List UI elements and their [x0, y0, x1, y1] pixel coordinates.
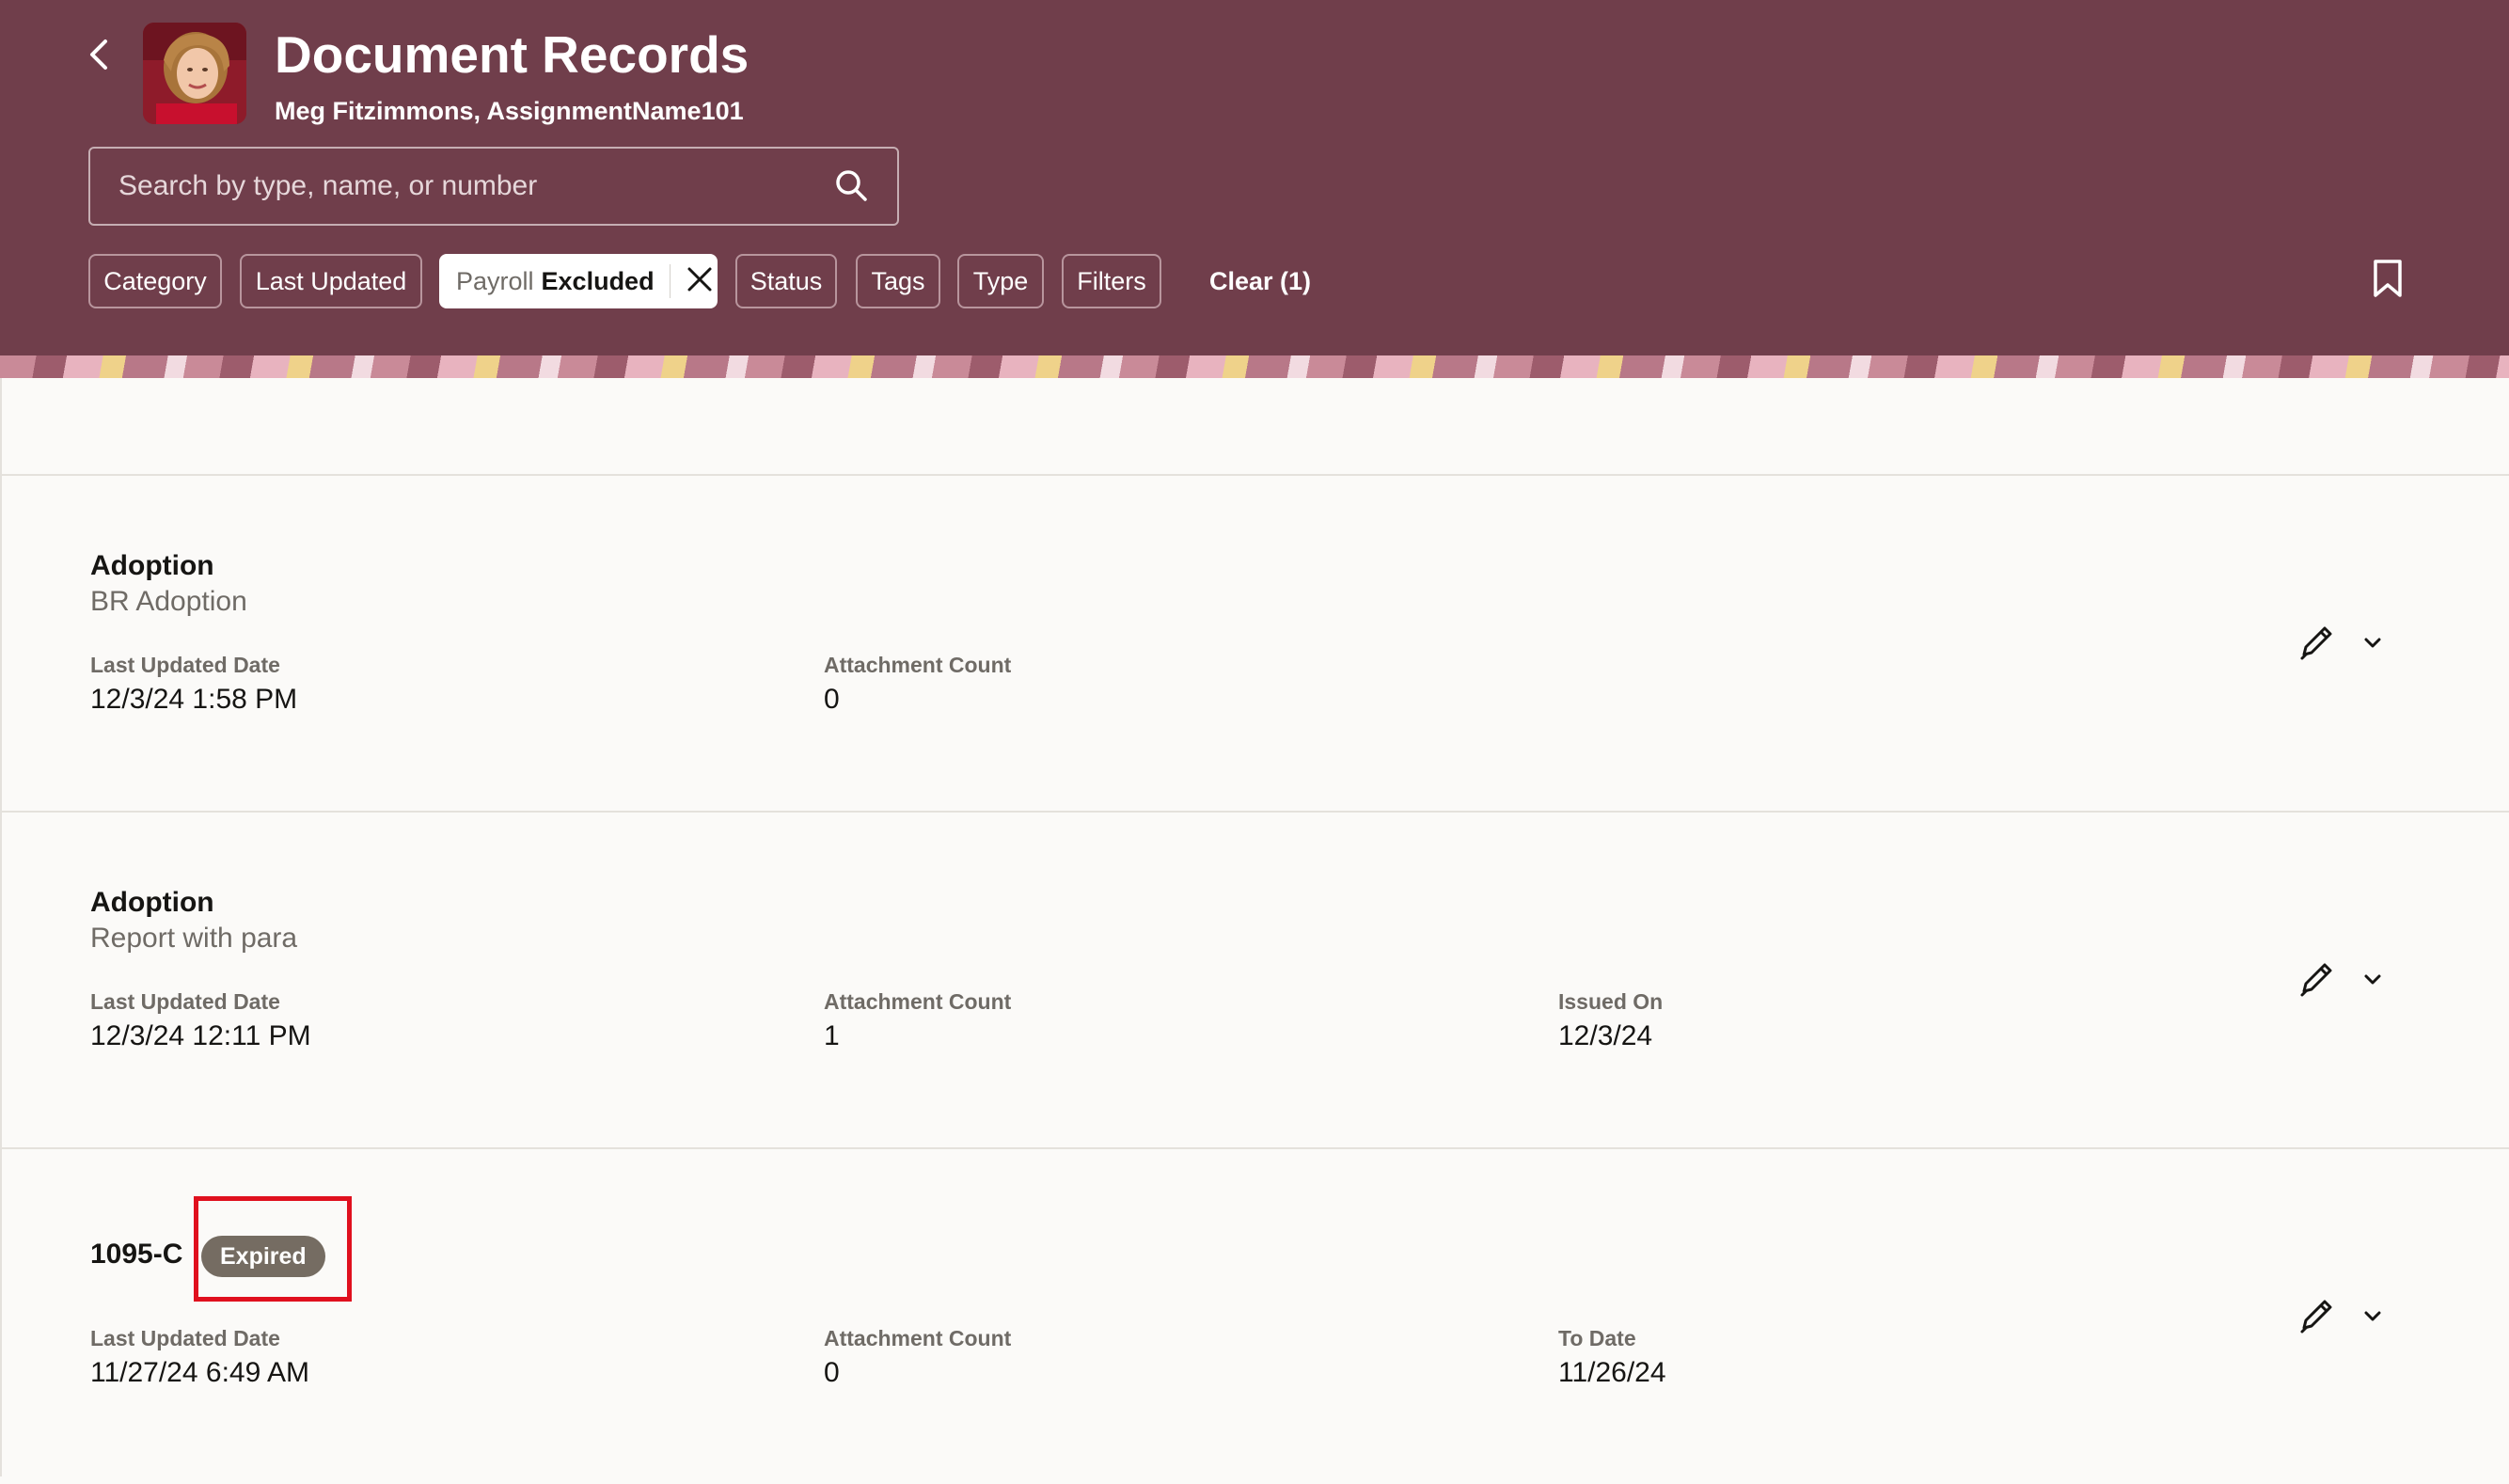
filter-chip-category[interactable]: Category	[88, 254, 222, 308]
filter-chip-filters[interactable]: Filters	[1062, 254, 1161, 308]
records-list: Adoption BR Adoption Last Updated Date 1…	[0, 378, 2509, 1476]
close-icon	[686, 266, 713, 297]
filter-chip-payroll[interactable]: Payroll Excluded	[439, 254, 718, 308]
pencil-icon	[2296, 623, 2336, 667]
search-input[interactable]	[92, 150, 807, 222]
expand-button[interactable]	[2359, 630, 2387, 658]
field-value: 0	[824, 1357, 840, 1388]
field-label: Issued On	[1558, 989, 1664, 1014]
page-subtitle: Meg Fitzimmons, AssignmentName101	[275, 97, 744, 125]
bookmark-icon	[2372, 259, 2404, 303]
chevron-down-icon	[2363, 972, 2382, 990]
record-title: Adoption	[90, 887, 214, 918]
edit-button[interactable]	[2293, 957, 2340, 1004]
record-subtitle: Report with para	[90, 923, 298, 954]
filter-chip-key: Payroll	[456, 266, 534, 295]
field-label: Attachment Count	[824, 653, 1012, 677]
chevron-down-icon	[2363, 1309, 2382, 1327]
remove-filter-button[interactable]	[684, 265, 716, 297]
header-decorative-pattern	[0, 355, 2509, 378]
field-value: 1	[824, 1020, 840, 1051]
record-item[interactable]: Adoption BR Adoption Last Updated Date 1…	[2, 476, 2509, 811]
search-button[interactable]	[829, 166, 873, 209]
filter-chip-tags[interactable]: Tags	[856, 254, 940, 308]
field-value: 12/3/24 12:11 PM	[90, 1020, 311, 1051]
filter-chip-value: Excluded	[541, 266, 655, 295]
chevron-left-icon	[88, 39, 109, 75]
field-value: 11/26/24	[1558, 1357, 1666, 1388]
record-item[interactable]: 1095-C Expired Last Updated Date 11/27/2…	[2, 1149, 2509, 1484]
search-icon	[834, 168, 868, 207]
clear-filters-link[interactable]: Clear (1)	[1209, 263, 1311, 299]
back-button[interactable]	[79, 34, 118, 79]
field-value: 11/27/24 6:49 AM	[90, 1357, 309, 1388]
filter-chip-type[interactable]: Type	[957, 254, 1044, 308]
page-title: Document Records	[275, 25, 750, 84]
filter-chip-status[interactable]: Status	[735, 254, 837, 308]
filter-chip-separator	[669, 264, 671, 298]
avatar	[143, 23, 246, 124]
field-label: Last Updated Date	[90, 1326, 280, 1350]
record-subtitle: BR Adoption	[90, 586, 247, 617]
field-value: 12/3/24 1:58 PM	[90, 684, 298, 715]
highlight-annotation	[194, 1196, 352, 1302]
edit-button[interactable]	[2293, 621, 2340, 668]
field-label: To Date	[1558, 1326, 1636, 1350]
expand-button[interactable]	[2359, 967, 2387, 995]
filter-chip-last-updated[interactable]: Last Updated	[240, 254, 422, 308]
expand-button[interactable]	[2359, 1303, 2387, 1332]
field-label: Attachment Count	[824, 989, 1012, 1014]
search-box	[88, 147, 899, 226]
edit-button[interactable]	[2293, 1294, 2340, 1341]
field-value: 12/3/24	[1558, 1020, 1653, 1051]
pencil-icon	[2296, 1296, 2336, 1340]
field-label: Last Updated Date	[90, 989, 280, 1014]
bookmark-button[interactable]	[2368, 256, 2407, 305]
page-header: Document Records Meg Fitzimmons, Assignm…	[0, 0, 2509, 357]
field-label: Last Updated Date	[90, 653, 280, 677]
record-item[interactable]: Adoption Report with para Last Updated D…	[2, 813, 2509, 1147]
field-label: Attachment Count	[824, 1326, 1012, 1350]
pencil-icon	[2296, 959, 2336, 1003]
record-title: Adoption	[90, 550, 214, 581]
field-value: 0	[824, 684, 840, 715]
record-title: 1095-C	[90, 1239, 183, 1270]
chevron-down-icon	[2363, 636, 2382, 654]
